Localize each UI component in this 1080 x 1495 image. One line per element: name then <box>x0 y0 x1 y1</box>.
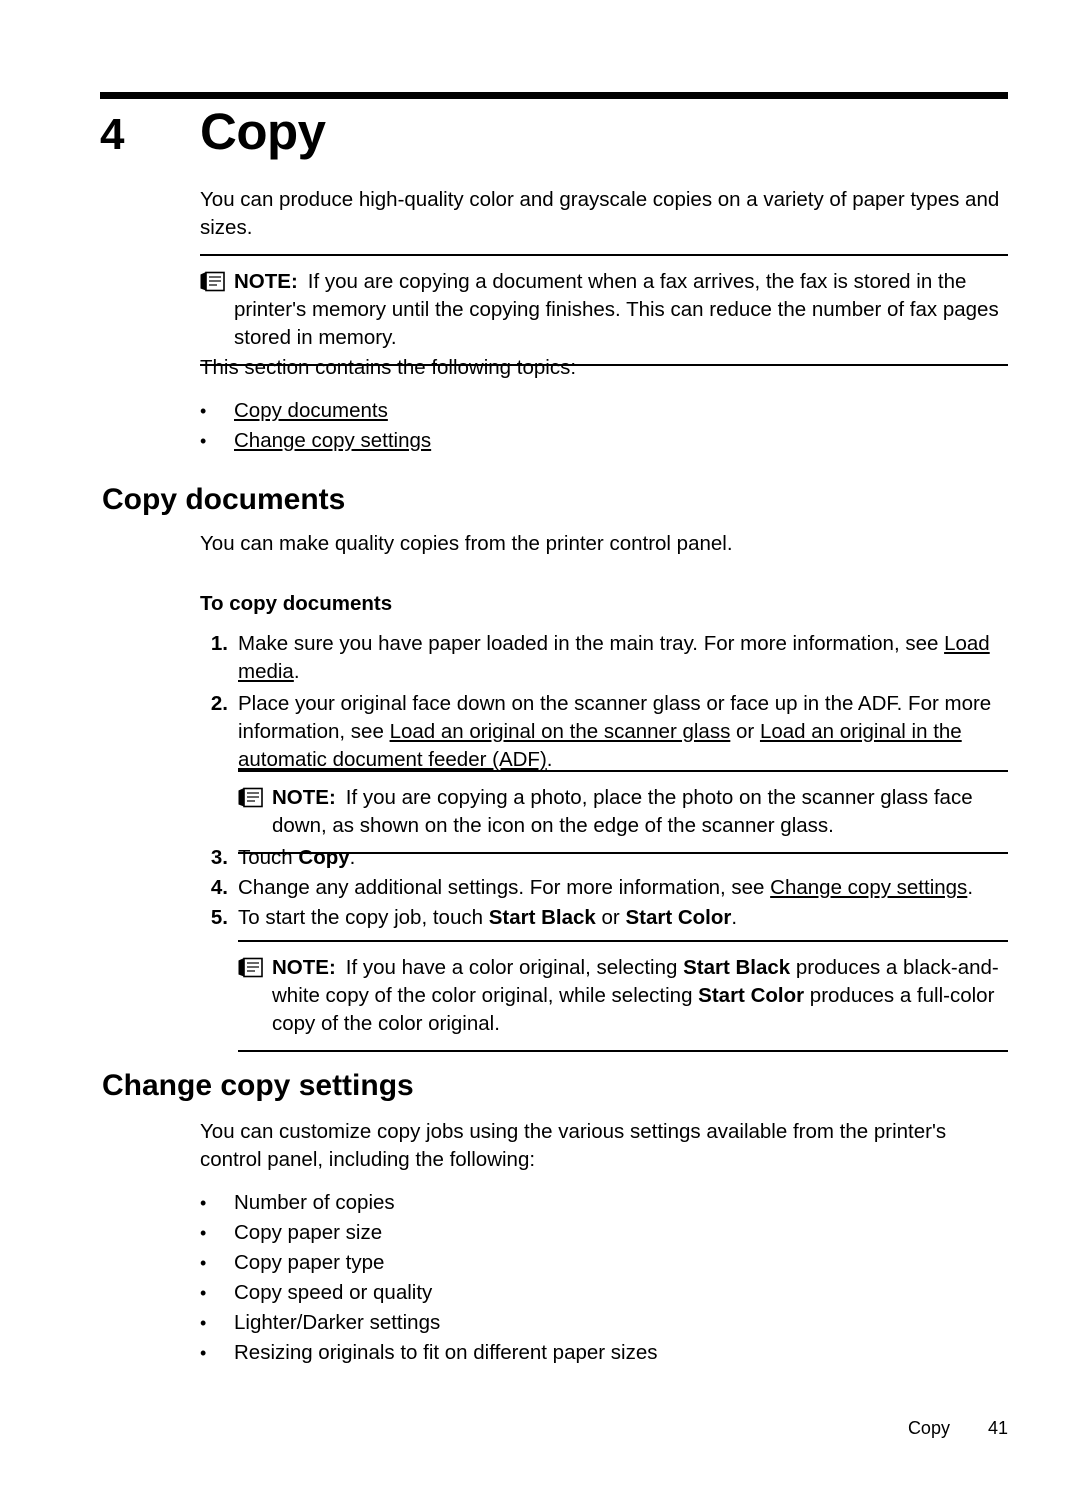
page-title-2: Change copy settings <box>102 1069 414 1102</box>
document-page: 4 Copy You can produce high-quality colo… <box>0 0 1080 1495</box>
note-text-wrap: NOTE: If you have a color original, selec… <box>272 954 1008 1038</box>
chapter-header: 4 Copy <box>100 103 1008 162</box>
list-item: Lighter/Darker settings <box>200 1308 1008 1338</box>
ui-label-copy: Copy <box>298 846 350 869</box>
note-box: NOTE: If you are copying a document when … <box>200 254 1008 366</box>
step-item: 1. Make sure you have paper loaded in th… <box>200 630 1008 686</box>
note-label: NOTE: <box>272 786 336 809</box>
note-text-wrap: NOTE: If you are copying a photo, place t… <box>272 784 1008 840</box>
footer-page-number: 41 <box>987 1418 1008 1438</box>
topic-link-copy-documents[interactable]: Copy documents <box>234 399 388 422</box>
chapter-number: 4 <box>100 110 125 159</box>
ui-label-start-color: Start Color <box>698 984 805 1007</box>
note-text: If you are copying a photo, place the ph… <box>272 786 973 837</box>
note-color-original: NOTE: If you have a color original, selec… <box>238 932 1008 1066</box>
page-title: Copy documents <box>102 483 346 516</box>
list-item: Copy paper size <box>200 1218 1008 1248</box>
to-copy-documents-block: To copy documents 1. Make sure you have … <box>200 592 1008 776</box>
note-pencil-icon <box>200 268 234 298</box>
list-item[interactable]: Copy documents <box>200 396 1008 426</box>
list-item: Copy speed or quality <box>200 1278 1008 1308</box>
step-number: 5. <box>210 906 228 929</box>
subheading-to-copy-documents: To copy documents <box>200 592 393 615</box>
copy-documents-paragraph: You can make quality copies from the pri… <box>200 532 733 555</box>
list-item: Resizing originals to fit on different p… <box>200 1338 1008 1368</box>
step-text: To start the copy job, touch Start Black… <box>238 906 738 929</box>
link-change-copy-settings[interactable]: Change copy settings <box>770 876 967 899</box>
topics-section: This section contains the following topi… <box>200 354 1008 456</box>
step-item: 3. Touch Copy. <box>200 844 1008 872</box>
copy-settings-list: Number of copies Copy paper size Copy pa… <box>200 1188 1008 1368</box>
page-footer: Copy 41 <box>100 1418 1008 1439</box>
note-text: If you have a color original, selecting … <box>272 956 999 1035</box>
list-item: Number of copies <box>200 1188 1008 1218</box>
step-text: Touch Copy. <box>238 846 356 869</box>
ui-label-start-black: Start Black <box>683 956 791 979</box>
setting-copy-paper-size: Copy paper size <box>234 1221 383 1244</box>
note-box: NOTE: If you are copying a photo, place t… <box>238 770 1008 854</box>
topics-lead: This section contains the following topi… <box>200 356 577 379</box>
note-text-wrap: NOTE: If you are copying a document when … <box>234 268 1008 352</box>
link-load-original-scanner-glass[interactable]: Load an original on the scanner glass <box>390 720 731 743</box>
step-number: 1. <box>210 632 228 655</box>
step-text: Make sure you have paper loaded in the m… <box>238 632 990 683</box>
step-number: 2. <box>210 692 228 715</box>
note-box: NOTE: If you have a color original, selec… <box>238 940 1008 1052</box>
ui-label-start-black: Start Black <box>488 906 596 929</box>
copy-steps-list-part2: 3. Touch Copy. 4. Change any additional … <box>200 844 1008 934</box>
change-copy-settings-body: You can customize copy jobs using the va… <box>200 1118 1008 1368</box>
note-label: NOTE: <box>272 956 336 979</box>
list-item: Copy paper type <box>200 1248 1008 1278</box>
setting-lighter-darker: Lighter/Darker settings <box>234 1311 441 1334</box>
step-text: Change any additional settings. For more… <box>238 876 974 899</box>
setting-number-of-copies: Number of copies <box>234 1191 395 1214</box>
setting-resizing-originals: Resizing originals to fit on different p… <box>234 1341 658 1364</box>
list-item[interactable]: Change copy settings <box>200 426 1008 456</box>
step-item: 4. Change any additional settings. For m… <box>200 874 1008 902</box>
step-number: 3. <box>210 846 228 869</box>
step-item: 5. To start the copy job, touch Start Bl… <box>200 904 1008 932</box>
footer-label: Copy <box>907 1418 950 1438</box>
ui-label-start-color: Start Color <box>625 906 732 929</box>
note-pencil-icon <box>238 784 272 814</box>
change-copy-settings-paragraph: You can customize copy jobs using the va… <box>200 1120 947 1171</box>
note-pencil-icon <box>238 954 272 984</box>
topics-list: Copy documents Change copy settings <box>200 396 1008 456</box>
copy-documents-intro: You can make quality copies from the pri… <box>200 530 1008 572</box>
section-copy-documents-heading: Copy documents <box>102 482 1008 518</box>
chapter-rule <box>100 92 1008 99</box>
step-text: Place your original face down on the sca… <box>238 692 992 771</box>
setting-copy-speed-quality: Copy speed or quality <box>234 1281 433 1304</box>
note-text: If you are copying a document when a fax… <box>234 270 999 349</box>
section-change-copy-settings-heading: Change copy settings <box>102 1068 1008 1104</box>
note-label: NOTE: <box>234 270 298 293</box>
chapter-title: Copy <box>200 103 326 160</box>
topic-link-change-copy-settings[interactable]: Change copy settings <box>234 429 431 452</box>
copy-steps-continued: 3. Touch Copy. 4. Change any additional … <box>200 844 1008 932</box>
copy-steps-list-part1: 1. Make sure you have paper loaded in th… <box>200 630 1008 774</box>
step-number: 4. <box>210 876 228 899</box>
intro-paragraph: You can produce high-quality color and g… <box>200 188 1000 239</box>
setting-copy-paper-type: Copy paper type <box>234 1251 385 1274</box>
